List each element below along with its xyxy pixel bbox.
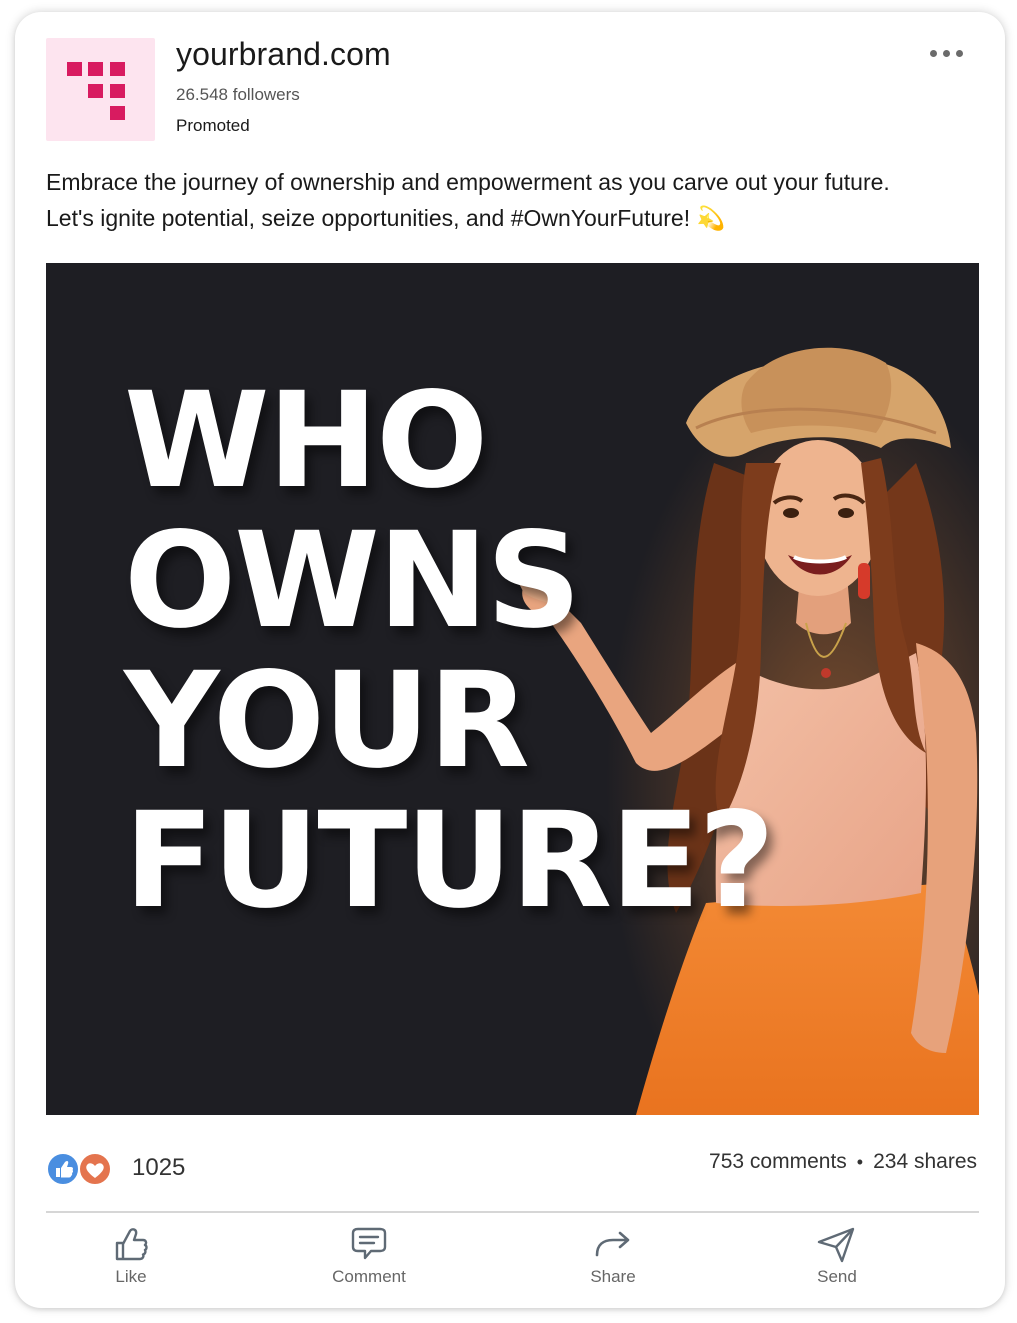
thumbs-up-icon [46,1152,80,1186]
brand-logo[interactable] [46,38,155,141]
comment-button[interactable]: Comment [299,1225,439,1305]
like-label: Like [115,1267,147,1286]
like-button[interactable]: Like [61,1225,201,1305]
send-button[interactable]: Send [767,1225,907,1305]
count-separator: • [856,1152,864,1172]
reaction-icons[interactable] [46,1152,116,1186]
promoted-label: Promoted [176,116,250,135]
headline-line: OWNS [124,504,581,658]
engagement-bar: 1025 753 comments • 234 shares [46,1150,979,1190]
post-image[interactable]: WHO OWNS YOUR FUTURE? [46,263,979,1115]
share-label: Share [590,1267,636,1286]
thumbs-up-icon [115,1228,148,1261]
reactions-count[interactable]: 1025 [132,1154,185,1182]
share-arrow-icon [595,1231,630,1257]
post-caption: Embrace the journey of ownership and emp… [46,169,890,231]
shares-count-link[interactable]: 234 shares [873,1150,977,1173]
post-card: yourbrand.com 26.548 followers Promoted … [15,12,1005,1308]
heart-icon [78,1152,112,1186]
comments-count-link[interactable]: 753 comments [709,1150,847,1173]
brand-logo-mark [67,62,125,120]
comments-shares-counts: 753 comments • 234 shares [709,1150,977,1174]
send-label: Send [817,1267,857,1286]
share-button[interactable]: Share [543,1225,683,1305]
headline-line: FUTURE? [124,784,775,938]
headline-line: YOUR [124,644,530,798]
send-paper-plane-icon [817,1227,855,1263]
comment-label: Comment [332,1267,406,1286]
followers-count: 26.548 followers [176,85,300,104]
headline-line: WHO [124,364,488,518]
more-options-icon[interactable] [924,40,968,68]
comment-icon [351,1227,387,1260]
image-headline: WHO OWNS YOUR FUTURE? [124,364,775,938]
brand-name-link[interactable]: yourbrand.com [176,36,391,73]
actions-divider [46,1211,979,1213]
